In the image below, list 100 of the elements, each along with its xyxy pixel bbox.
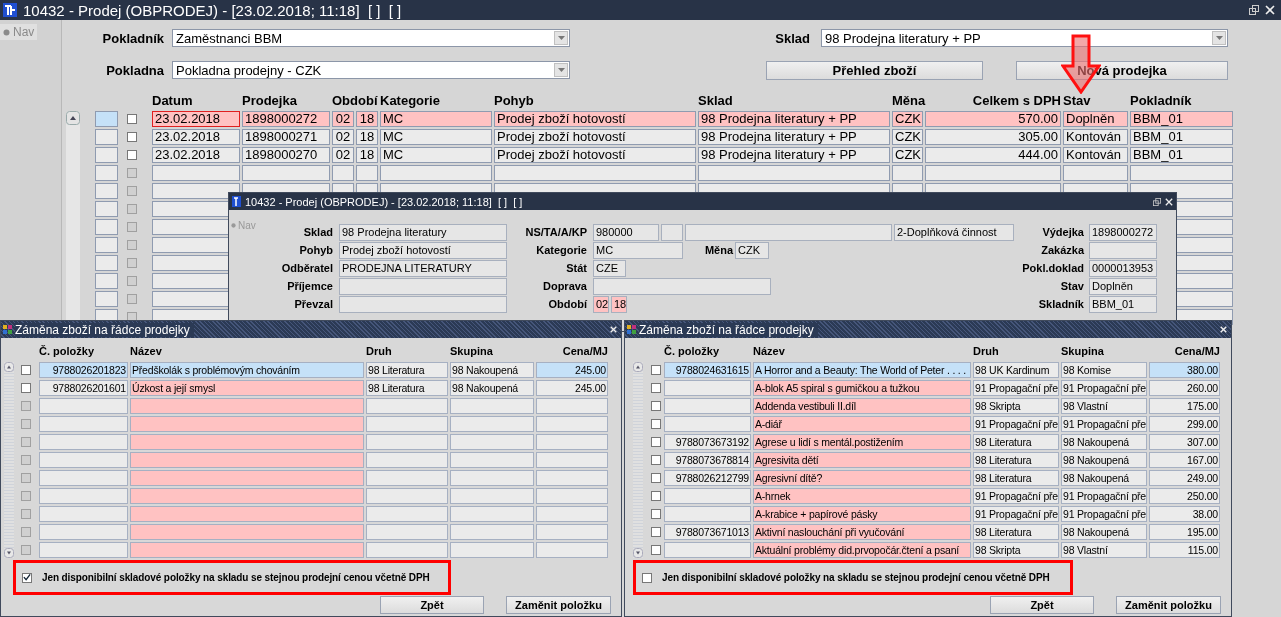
checkbox[interactable] (651, 545, 661, 555)
close-icon[interactable] (1265, 5, 1275, 15)
text-field[interactable]: Doplněn (1089, 277, 1157, 295)
table-cell: 98 Vlastní (1061, 542, 1147, 558)
back-button[interactable]: Zpět (380, 596, 484, 614)
field-label: Pokladník (101, 30, 164, 46)
field-label: Kategorie (535, 244, 587, 256)
table-cell[interactable]: Předškolák s problémovým chováním (130, 362, 364, 378)
checkbox[interactable] (22, 572, 32, 583)
checkbox[interactable] (21, 383, 31, 393)
close-icon[interactable] (1165, 197, 1173, 206)
table-cell: 98 Prodejna literatury + PP (698, 111, 890, 127)
table-cell (536, 506, 608, 522)
table-cell: 98 Komise (1061, 362, 1147, 378)
field-label: Zakázka (1040, 244, 1084, 256)
text-field[interactable]: 98 Prodejna literatury (339, 223, 507, 241)
field-label: Období (547, 298, 587, 310)
table-cell[interactable]: A-hrnek (753, 488, 971, 504)
text-field[interactable]: 980000 (593, 223, 659, 241)
checkbox[interactable] (651, 365, 661, 375)
table-cell[interactable]: Aktuální problémy did.prvopočár.čtení a psaní (753, 542, 971, 558)
table-cell[interactable]: A-krabice + papírové pásky (753, 506, 971, 522)
dropdown-icon (557, 36, 565, 40)
overview-button[interactable]: Přehled zboží (766, 60, 983, 80)
table-cell: 9788026201601 (39, 380, 128, 396)
scroll-down-icon[interactable] (633, 548, 643, 558)
table-cell (536, 488, 608, 504)
checkbox[interactable] (651, 401, 661, 411)
checkbox[interactable] (642, 572, 652, 583)
table-cell[interactable]: A-diář (753, 416, 971, 432)
scroll-up-icon[interactable] (66, 111, 80, 125)
checkbox[interactable] (651, 473, 661, 483)
dropdown-icon (1215, 36, 1223, 40)
text-field[interactable] (339, 295, 507, 313)
restore-icon[interactable] (1153, 197, 1161, 206)
table-cell: MC (380, 111, 492, 127)
text-field[interactable]: CZK (735, 241, 769, 259)
dialog-title: Záměna zboží na řádce prodejky (639, 322, 818, 337)
text-field[interactable]: BBM_01 (1089, 295, 1157, 313)
text-field[interactable]: Prodej zboží hotovostí (339, 241, 507, 259)
replace-button[interactable]: Zaměnit položku (1116, 596, 1221, 614)
checkbox[interactable] (651, 455, 661, 465)
table-cell[interactable]: Agresivita dětí (753, 452, 971, 468)
table-cell[interactable]: Agrese u lidí s mentál.postižením (753, 434, 971, 450)
table-cell[interactable]: Addenda vestibuli II.díl (753, 398, 971, 414)
checkbox[interactable] (127, 132, 137, 142)
table-cell: 98 Literatura (366, 380, 448, 396)
table-cell: 02 (332, 129, 354, 145)
checkbox[interactable] (651, 509, 661, 519)
checkbox[interactable] (651, 437, 661, 447)
select-field[interactable]: Zaměstnanci BBM (172, 29, 570, 47)
table-cell: 9788073673192 (664, 434, 751, 450)
table-cell: CZK (892, 111, 923, 127)
restore-icon[interactable] (1249, 5, 1259, 15)
text-field[interactable] (339, 277, 507, 295)
select-field[interactable]: Pokladna prodejny - CZK (172, 61, 570, 79)
text-field[interactable]: 0000013953 (1089, 259, 1157, 277)
table-cell[interactable]: A-blok A5 spiral s gumičkou a tužkou (753, 380, 971, 396)
select-field[interactable]: 98 Prodejna literatury + PP (821, 29, 1228, 47)
table-cell[interactable]: Úzkost a její smysl (130, 380, 364, 396)
table-cell: Prodej zboží hotovostí (494, 147, 696, 163)
text-field[interactable]: 2-Doplňková činnost (894, 223, 1014, 241)
text-field[interactable] (593, 277, 771, 295)
checkbox[interactable] (651, 419, 661, 429)
back-button[interactable]: Zpět (990, 596, 1094, 614)
table-cell: 195.00 (1149, 524, 1220, 540)
table-cell: 9788073678814 (664, 452, 751, 468)
window-title: 10432 - Prodej (OBPRODEJ) - [23.02.2018; 11:18] [ ] [ ] (245, 195, 523, 208)
scroll-down-icon[interactable] (4, 548, 14, 558)
checkbox[interactable] (651, 527, 661, 537)
table-cell: 1898000270 (242, 147, 330, 163)
table-cell (536, 434, 608, 450)
table-cell[interactable]: A Horror and a Beauty: The World of Peter . . . . (753, 362, 971, 378)
close-icon[interactable] (610, 326, 617, 333)
table-cell[interactable]: Aktivní naslouchání při vyučování (753, 524, 971, 540)
table-cell: 91 Propagační pře (973, 380, 1059, 396)
checkbox[interactable] (127, 150, 137, 160)
text-field[interactable]: 02 (593, 295, 609, 313)
checkbox[interactable] (21, 365, 31, 375)
table-cell: 98 UK Kardinum (973, 362, 1059, 378)
text-field[interactable]: MC (593, 241, 683, 259)
text-field[interactable] (1089, 241, 1157, 259)
text-field[interactable]: 18 (611, 295, 627, 313)
text-field[interactable]: CZE (593, 259, 626, 277)
table-cell: 23.02.2018 (152, 111, 240, 127)
text-field[interactable]: 1898000272 (1089, 223, 1157, 241)
text-field[interactable] (661, 223, 683, 241)
field-label: Stav (1059, 280, 1084, 292)
table-cell[interactable]: Agresivní dítě? (753, 470, 971, 486)
checkbox[interactable] (127, 114, 137, 124)
text-field[interactable]: PRODEJNA LITERATURY (339, 259, 507, 277)
close-icon[interactable] (1220, 326, 1227, 333)
text-field[interactable] (685, 223, 892, 241)
checkbox[interactable] (651, 383, 661, 393)
replace-button[interactable]: Zaměnit položku (506, 596, 611, 614)
column-header: Kategorie (380, 93, 441, 110)
field-label: Pokladna (105, 62, 164, 78)
table-cell: 245.00 (536, 380, 608, 396)
checkbox[interactable] (651, 491, 661, 501)
table-cell: 98 Literatura (973, 524, 1059, 540)
